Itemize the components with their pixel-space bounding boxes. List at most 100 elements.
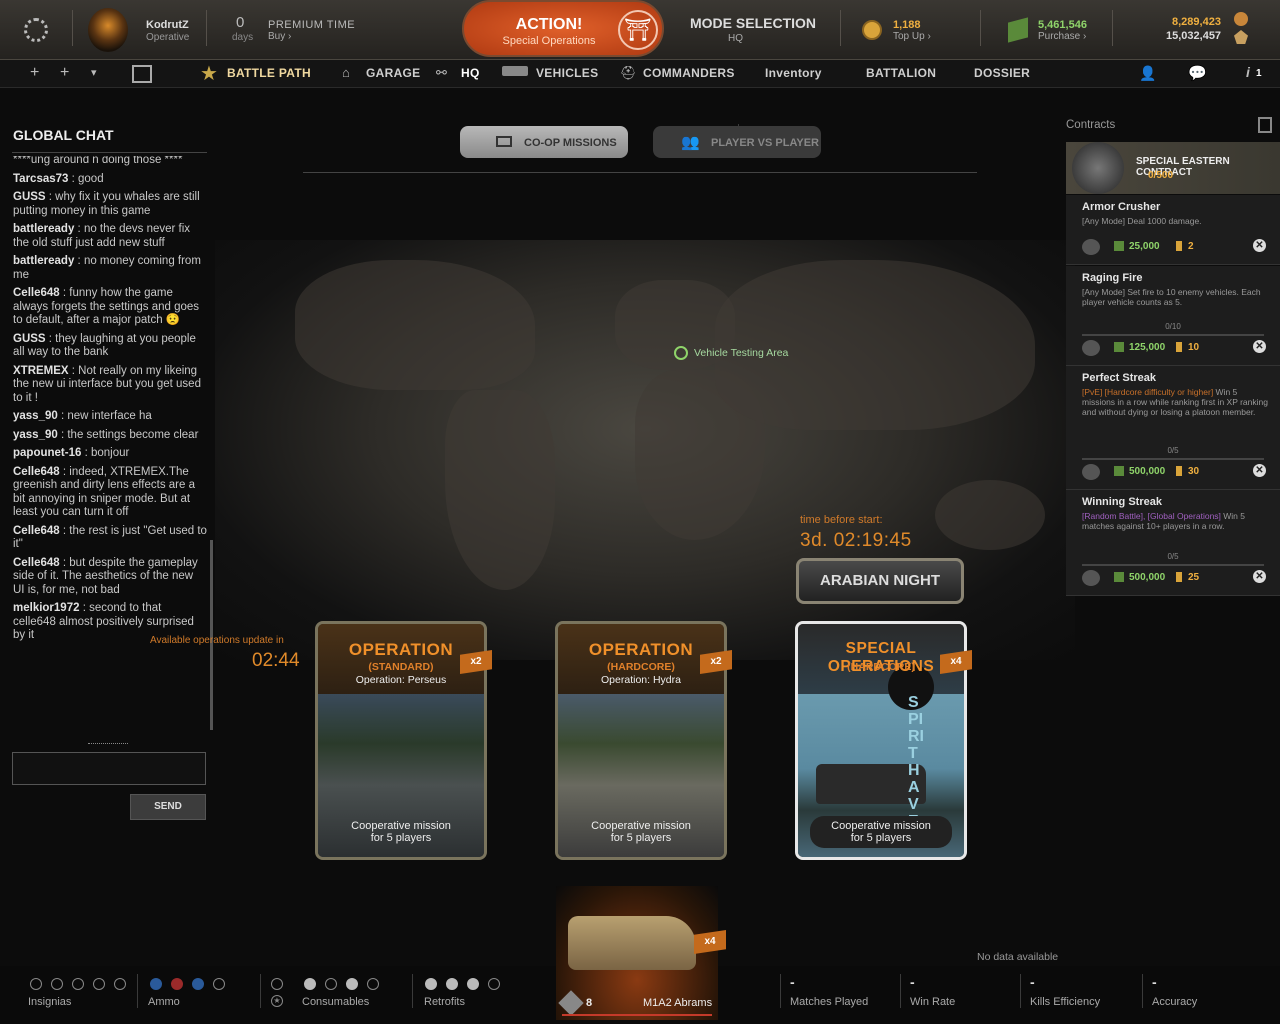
contracts-list-icon[interactable] xyxy=(1258,117,1272,133)
mode-selection-value: HQ xyxy=(728,33,743,44)
chat-message: Celle648 : funny how the game always for… xyxy=(13,287,207,328)
vehicle-selector[interactable]: 8 M1A2 Abrams xyxy=(556,886,718,1020)
insignia-slot[interactable] xyxy=(93,978,105,990)
lock-icon[interactable]: ▾ xyxy=(91,66,97,79)
arabian-night-event-banner[interactable]: ARABIAN NIGHT xyxy=(796,558,964,604)
top-up-link[interactable]: Top Up › xyxy=(893,31,931,42)
contract-cancel-icon[interactable]: ✕ xyxy=(1253,340,1266,353)
insignia-slot[interactable] xyxy=(72,978,84,990)
chat-input[interactable] xyxy=(12,752,206,785)
card-difficulty: (STANDARD) xyxy=(368,661,434,673)
chat-username[interactable]: melkior1972 xyxy=(13,602,80,614)
gold-icon xyxy=(1176,342,1182,352)
insignia-slot[interactable] xyxy=(114,978,126,990)
chat-username[interactable]: yass_90 xyxy=(13,410,58,422)
retrofit-slot[interactable] xyxy=(467,978,479,990)
contract-item[interactable]: Perfect Streak [PvE] [Hardcore difficulty… xyxy=(1066,366,1280,490)
chat-username[interactable]: Celle648 xyxy=(13,557,60,569)
chat-message: battleready : no money coming from me xyxy=(13,255,207,282)
garage-lock-icon[interactable] xyxy=(132,65,152,83)
nav-vehicles[interactable]: VEHICLES xyxy=(536,66,598,80)
purchase-link[interactable]: Purchase › xyxy=(1038,31,1086,42)
action-button[interactable]: ACTION! Special Operations ⛩ xyxy=(462,0,664,57)
chat-username[interactable]: XTREMEX xyxy=(13,365,69,377)
consumable-slot[interactable] xyxy=(304,978,316,990)
contract-item[interactable]: Armor Crusher [Any Mode] Deal 1000 damage… xyxy=(1066,195,1280,265)
contract-insignia-icon xyxy=(1082,340,1100,356)
credits-icon xyxy=(1114,241,1124,251)
contract-cancel-icon[interactable]: ✕ xyxy=(1253,239,1266,252)
ammo-slot[interactable] xyxy=(192,978,204,990)
card-desc-line2: for 5 players xyxy=(370,832,432,844)
contract-progress: 0/10 xyxy=(1165,322,1181,331)
gold-icon xyxy=(1176,572,1182,582)
player-avatar[interactable] xyxy=(88,8,128,52)
consumable-slot[interactable] xyxy=(346,978,358,990)
retrofit-slot[interactable] xyxy=(488,978,500,990)
card-difficulty: (HARDCORE) xyxy=(847,661,915,673)
plus-icon-2[interactable]: + xyxy=(60,64,69,82)
info-count: 1 xyxy=(1256,68,1262,79)
stat-divider xyxy=(1142,974,1143,1008)
consumable-star-slot[interactable] xyxy=(271,978,283,990)
consumable-slot[interactable] xyxy=(325,978,337,990)
nav-dossier[interactable]: DOSSIER xyxy=(974,66,1030,80)
chat-username[interactable]: battleready xyxy=(13,255,74,267)
chat-username[interactable]: Tarcsas73 xyxy=(13,173,68,185)
contracts-title: Contracts xyxy=(1066,119,1116,131)
retrofit-slot[interactable] xyxy=(425,978,437,990)
ammo-slot[interactable] xyxy=(171,978,183,990)
insignia-slot[interactable] xyxy=(51,978,63,990)
contract-insignia-icon xyxy=(1082,239,1100,255)
chat-username[interactable]: battleready xyxy=(13,223,74,235)
chat-send-button[interactable]: SEND xyxy=(130,794,206,820)
friends-user-icon[interactable]: 👤 xyxy=(1139,65,1156,82)
vehicle-name: M1A2 Abrams xyxy=(643,997,713,1009)
nav-bar: + + ▾ ★ BATTLE PATH ⌂ GARAGE ⚯ HQ VEHICL… xyxy=(0,60,1280,144)
nav-battalion[interactable]: BATTALION xyxy=(866,66,936,80)
plus-icon[interactable]: + xyxy=(30,64,39,82)
contract-cancel-icon[interactable]: ✕ xyxy=(1253,570,1266,583)
contract-cancel-icon[interactable]: ✕ xyxy=(1253,464,1266,477)
vehicle-testing-area-label[interactable]: Vehicle Testing Area xyxy=(694,347,788,359)
map-landmass xyxy=(715,260,1035,430)
chat-username[interactable]: Celle648 xyxy=(13,287,60,299)
tab-player-vs-player[interactable]: 👥 PLAYER VS PLAYER xyxy=(653,126,821,158)
nav-battle-path[interactable]: BATTLE PATH xyxy=(227,66,311,80)
card-desc-line1: Cooperative mission xyxy=(351,820,451,832)
premium-days-value: 0 xyxy=(236,14,245,31)
info-icon[interactable]: i xyxy=(1246,64,1250,80)
retrofit-slot[interactable] xyxy=(446,978,458,990)
nav-inventory[interactable]: Inventory xyxy=(765,66,822,80)
consumable-slot[interactable] xyxy=(367,978,379,990)
nav-commanders[interactable]: COMMANDERS xyxy=(643,66,735,80)
chat-bubbles-icon[interactable]: 💬 xyxy=(1188,64,1207,82)
nav-garage[interactable]: GARAGE xyxy=(366,66,420,80)
chat-username[interactable]: GUSS xyxy=(13,191,46,203)
chat-username[interactable]: Celle648 xyxy=(13,466,60,478)
chat-input-divider xyxy=(88,743,128,746)
tab-coop-missions[interactable]: CO-OP MISSIONS xyxy=(460,126,628,158)
nav-hq[interactable]: HQ xyxy=(461,66,480,80)
insignias-label: Insignias xyxy=(28,996,72,1008)
special-contract-header[interactable]: SPECIAL EASTERN CONTRACT 0/500 xyxy=(1066,142,1280,194)
chat-username[interactable]: GUSS xyxy=(13,333,46,345)
send-label: SEND xyxy=(154,801,182,812)
contract-item[interactable]: Raging Fire [Any Mode] Set fire to 10 ene… xyxy=(1066,266,1280,366)
insignia-slot[interactable] xyxy=(30,978,42,990)
mode-selection-title[interactable]: MODE SELECTION xyxy=(690,15,816,31)
top-bar: KodrutZ Operative 0 days PREMIUM TIME Bu… xyxy=(0,0,1280,60)
ammo-slot[interactable] xyxy=(213,978,225,990)
settings-gear-icon[interactable] xyxy=(24,18,48,42)
chat-username[interactable]: Celle648 xyxy=(13,525,60,537)
consumable-star-icon[interactable]: ★ xyxy=(271,995,283,1007)
vehicle-testing-area-marker-icon[interactable] xyxy=(674,346,688,360)
stat-value: - xyxy=(790,974,795,990)
chat-username[interactable]: yass_90 xyxy=(13,429,58,441)
premium-buy-link[interactable]: Buy › xyxy=(268,31,291,42)
chat-username[interactable]: papounet-16 xyxy=(13,447,81,459)
ammo-slot[interactable] xyxy=(150,978,162,990)
garage-icon: ⌂ xyxy=(342,65,350,80)
contract-item[interactable]: Winning Streak [Random Battle], [Global O… xyxy=(1066,490,1280,596)
card-title: OPERATION xyxy=(348,640,454,659)
